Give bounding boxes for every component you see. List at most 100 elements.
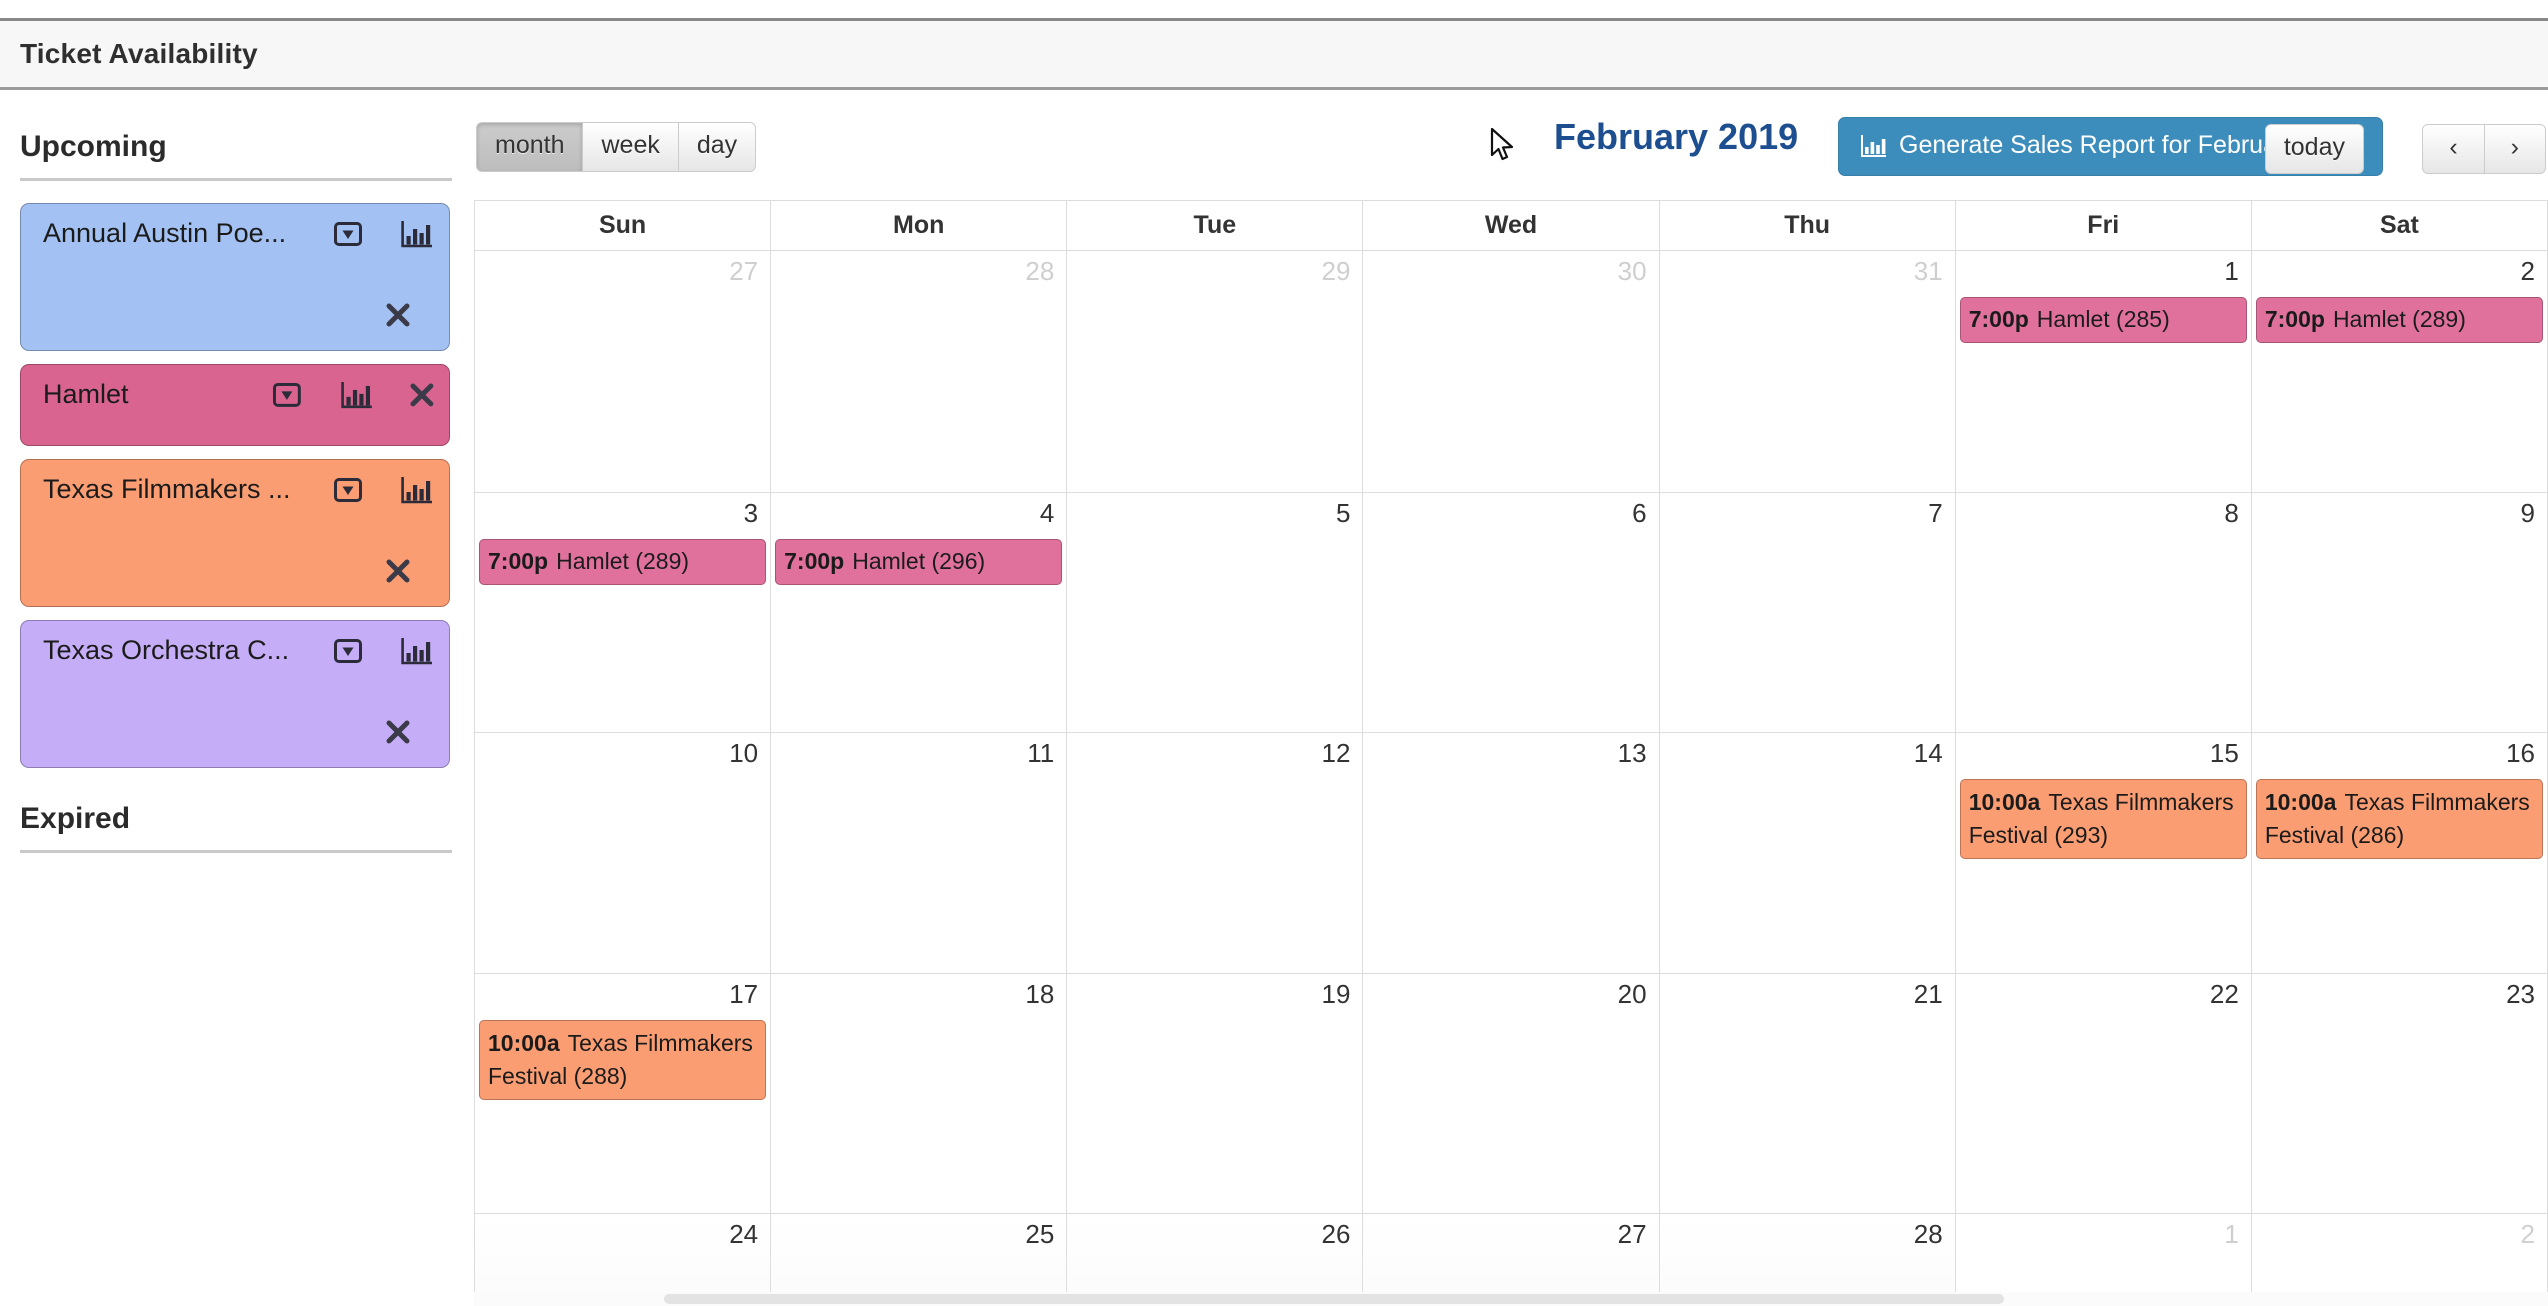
day-number: 23 [2506, 979, 2535, 1009]
expired-divider [20, 850, 452, 853]
day-of-week-fri: Fri [1956, 201, 2252, 250]
calendar-week-row: 3 7:00p Hamlet (289) 4 7:00p Hamlet (296) 5 6 7 8… [475, 493, 2547, 733]
event-time: 7:00p [488, 548, 549, 574]
close-x-icon [386, 559, 410, 583]
remove-event-button[interactable] [385, 302, 411, 328]
day-number: 15 [2209, 738, 2239, 768]
calendar-toolbar: month week day February 2019 Generate Sale… [474, 110, 2548, 200]
export-icon [334, 477, 362, 502]
calendar-day-cell[interactable]: 15 10:00a Texas Filmmakers Festival (293) [1956, 733, 2252, 973]
export-icon-button[interactable] [333, 475, 363, 505]
event-card-title: Annual Austin Poe... [43, 218, 287, 248]
calendar-day-cell[interactable]: 27 [475, 251, 772, 492]
calendar-day-cell[interactable]: 21 [1660, 974, 1956, 1213]
remove-event-button[interactable] [409, 382, 435, 408]
calendar-event[interactable]: 7:00p Hamlet (296) [775, 539, 1063, 585]
export-icon [272, 382, 301, 407]
calendar-grid: Sun Mon Tue Wed Thu Fri Sat 27 28 29 30 31 1 7:00p Ha… [474, 200, 2548, 1306]
horizontal-scrollbar[interactable] [474, 1292, 2548, 1306]
calendar-day-cell[interactable]: 11 [771, 733, 1068, 973]
day-of-week-header-row: Sun Mon Tue Wed Thu Fri Sat [475, 201, 2547, 251]
calendar-day-cell[interactable]: 6 [1363, 493, 1660, 732]
calendar-event[interactable]: 7:00p Hamlet (289) [2255, 297, 2543, 343]
calendar-day-cell[interactable]: 2 7:00p Hamlet (289) [2252, 251, 2547, 492]
chart-icon-button[interactable] [341, 380, 373, 410]
scrollbar-thumb[interactable] [664, 1294, 2004, 1304]
export-icon-button[interactable] [333, 636, 363, 666]
calendar-event[interactable]: 10:00a Texas Filmmakers Festival (293) [1959, 779, 2247, 859]
calendar-event[interactable]: 7:00p Hamlet (289) [479, 539, 767, 585]
view-switcher[interactable]: month week day [476, 122, 757, 172]
chart-icon-button[interactable] [401, 475, 433, 505]
calendar-day-cell[interactable]: 4 7:00p Hamlet (296) [771, 493, 1068, 732]
chart-icon-button[interactable] [401, 636, 433, 666]
page-header: Ticket Availability [0, 18, 2548, 90]
bar-chart-icon [401, 476, 432, 503]
event-title: Hamlet (289) [2332, 306, 2466, 332]
export-icon-button[interactable] [333, 219, 363, 249]
calendar-nav-group[interactable]: ‹ › [2422, 124, 2546, 174]
calendar-day-cell[interactable]: 18 [771, 974, 1068, 1213]
calendar-day-cell[interactable]: 7 [1660, 493, 1956, 732]
close-x-icon [386, 720, 410, 744]
day-of-week-wed: Wed [1363, 201, 1660, 250]
day-number: 4 [1039, 498, 1055, 528]
calendar-day-cell[interactable]: 19 [1067, 974, 1364, 1213]
day-number: 22 [2209, 979, 2239, 1009]
remove-event-button[interactable] [385, 719, 411, 745]
chart-icon-button[interactable] [401, 219, 433, 249]
upcoming-heading: Upcoming [20, 130, 167, 163]
view-button-month[interactable]: month [476, 122, 584, 172]
bar-chart-icon [401, 637, 432, 664]
calendar-event[interactable]: 7:00p Hamlet (285) [1959, 297, 2247, 343]
calendar-panel: month week day February 2019 Generate Sale… [474, 110, 2548, 1306]
day-number: 18 [1025, 979, 1055, 1009]
day-of-week-tue: Tue [1067, 201, 1364, 250]
calendar-day-cell[interactable]: 22 [1956, 974, 2252, 1213]
calendar-day-cell[interactable]: 20 [1363, 974, 1660, 1213]
calendar-day-cell[interactable]: 16 10:00a Texas Filmmakers Festival (286) [2252, 733, 2547, 973]
day-number: 9 [2520, 498, 2535, 528]
today-button[interactable]: today [2264, 124, 2364, 174]
calendar-title: February 2019 [1554, 116, 1799, 157]
event-card[interactable]: Texas Orchestra C... [20, 620, 450, 768]
calendar-day-cell[interactable]: 17 10:00a Texas Filmmakers Festival (288) [475, 974, 772, 1213]
day-of-week-mon: Mon [771, 201, 1068, 250]
event-card[interactable]: Annual Austin Poe... [20, 203, 450, 351]
calendar-day-cell[interactable]: 14 [1660, 733, 1956, 973]
event-time: 10:00a [488, 1030, 560, 1056]
close-x-icon [386, 303, 410, 327]
mouse-pointer-icon [1490, 128, 1514, 161]
day-number: 10 [729, 738, 759, 768]
calendar-day-cell[interactable]: 31 [1660, 251, 1956, 492]
event-card-title: Texas Orchestra C... [43, 635, 290, 665]
remove-event-button[interactable] [385, 558, 411, 584]
event-card[interactable]: Texas Filmmakers ... [20, 459, 450, 607]
calendar-day-cell[interactable]: 9 [2252, 493, 2547, 732]
view-button-day[interactable]: day [678, 122, 757, 172]
calendar-day-cell[interactable]: 29 [1067, 251, 1364, 492]
calendar-day-cell[interactable]: 23 [2252, 974, 2547, 1213]
event-title: Hamlet (285) [2036, 306, 2170, 332]
calendar-day-cell[interactable]: 30 [1363, 251, 1660, 492]
calendar-day-cell[interactable]: 8 [1956, 493, 2252, 732]
calendar-event[interactable]: 10:00a Texas Filmmakers Festival (286) [2255, 779, 2543, 859]
calendar-day-cell[interactable]: 28 [771, 251, 1068, 492]
event-title: Hamlet (289) [556, 548, 690, 574]
calendar-day-cell[interactable]: 13 [1363, 733, 1660, 973]
view-button-week[interactable]: week [583, 122, 679, 172]
sidebar: Upcoming Annual Austin Poe... Hamlet Texas… [0, 130, 470, 1306]
export-icon-button[interactable] [272, 380, 302, 410]
calendar-day-cell[interactable]: 1 7:00p Hamlet (285) [1956, 251, 2252, 492]
calendar-event[interactable]: 10:00a Texas Filmmakers Festival (288) [479, 1020, 767, 1100]
day-number: 20 [1617, 979, 1647, 1009]
day-number: 30 [1617, 256, 1647, 286]
next-month-button[interactable]: › [2484, 124, 2546, 174]
event-card[interactable]: Hamlet [20, 364, 450, 446]
calendar-day-cell[interactable]: 12 [1067, 733, 1364, 973]
calendar-day-cell[interactable]: 5 [1067, 493, 1364, 732]
calendar-day-cell[interactable]: 3 7:00p Hamlet (289) [475, 493, 772, 732]
prev-month-button[interactable]: ‹ [2422, 124, 2485, 174]
day-number: 7 [1928, 498, 1943, 528]
calendar-day-cell[interactable]: 10 [475, 733, 772, 973]
